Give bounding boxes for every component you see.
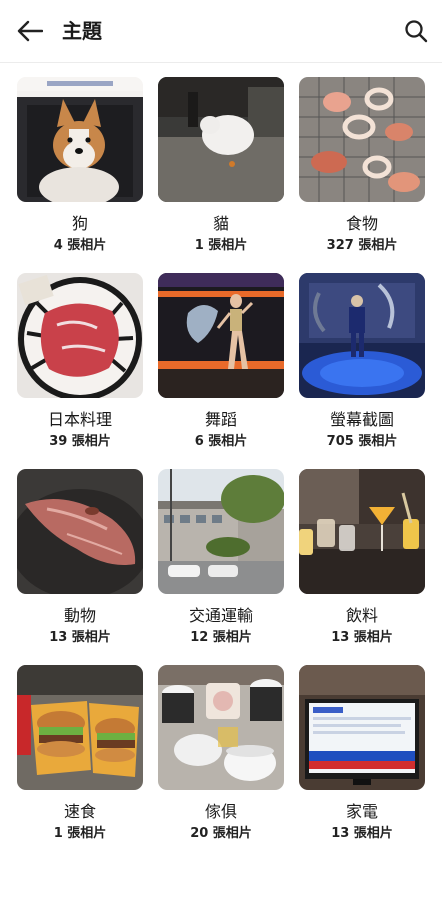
photo-count: 4 張相片 bbox=[53, 238, 107, 253]
category-thumbnail bbox=[158, 469, 284, 594]
category-tile-dog[interactable]: 狗 4 張相片 bbox=[17, 77, 143, 273]
category-name: 食物 bbox=[345, 214, 378, 233]
category-name: 螢幕截圖 bbox=[329, 410, 394, 429]
category-name: 狗 bbox=[71, 214, 88, 233]
category-tile-dance[interactable]: 舞蹈 6 張相片 bbox=[158, 273, 284, 469]
search-button[interactable] bbox=[400, 15, 432, 47]
category-thumbnail bbox=[299, 469, 425, 594]
category-thumbnail bbox=[17, 665, 143, 790]
category-tile-japanese-food[interactable]: 日本料理 39 張相片 bbox=[17, 273, 143, 469]
photo-count: 327 張相片 bbox=[326, 238, 398, 253]
category-name: 飲料 bbox=[345, 606, 378, 625]
photo-count: 705 張相片 bbox=[326, 434, 398, 449]
photo-count: 6 張相片 bbox=[194, 434, 248, 449]
category-tile-home-appliance[interactable]: 家電 13 張相片 bbox=[299, 665, 425, 861]
photo-count: 13 張相片 bbox=[49, 630, 111, 645]
photo-count: 13 張相片 bbox=[331, 826, 393, 841]
photo-count: 39 張相片 bbox=[49, 434, 111, 449]
photo-count: 1 張相片 bbox=[194, 238, 248, 253]
category-thumbnail bbox=[299, 77, 425, 202]
category-thumbnail bbox=[158, 665, 284, 790]
photo-count: 1 張相片 bbox=[53, 826, 107, 841]
arrow-left-icon bbox=[17, 20, 43, 42]
category-thumbnail bbox=[299, 273, 425, 398]
category-tile-fast-food[interactable]: 速食 1 張相片 bbox=[17, 665, 143, 861]
back-button[interactable] bbox=[14, 15, 46, 47]
category-thumbnail bbox=[17, 77, 143, 202]
category-thumbnail bbox=[158, 77, 284, 202]
category-name: 家電 bbox=[345, 802, 378, 821]
category-name: 日本料理 bbox=[47, 410, 112, 429]
category-thumbnail bbox=[158, 273, 284, 398]
photo-count: 12 張相片 bbox=[190, 630, 252, 645]
category-tile-screenshot[interactable]: 螢幕截圖 705 張相片 bbox=[299, 273, 425, 469]
category-name: 速食 bbox=[63, 802, 96, 821]
page-title: 主題 bbox=[62, 19, 102, 43]
photo-count: 13 張相片 bbox=[331, 630, 393, 645]
category-thumbnail bbox=[17, 469, 143, 594]
category-name: 舞蹈 bbox=[204, 410, 237, 429]
category-name: 動物 bbox=[63, 606, 96, 625]
category-tile-food[interactable]: 食物 327 張相片 bbox=[299, 77, 425, 273]
category-name: 傢俱 bbox=[204, 802, 237, 821]
category-tile-drinks[interactable]: 飲料 13 張相片 bbox=[299, 469, 425, 665]
top-app-bar: 主題 bbox=[0, 0, 442, 63]
search-icon bbox=[405, 20, 428, 43]
category-tile-transportation[interactable]: 交通運輸 12 張相片 bbox=[158, 469, 284, 665]
category-grid: 狗 4 張相片 貓 1 張相片 食物 327 張相片 日本料理 39 張相片 舞… bbox=[17, 77, 427, 861]
photo-count: 20 張相片 bbox=[190, 826, 252, 841]
category-name: 交通運輸 bbox=[188, 606, 253, 625]
category-thumbnail bbox=[17, 273, 143, 398]
category-tile-animal[interactable]: 動物 13 張相片 bbox=[17, 469, 143, 665]
category-name: 貓 bbox=[212, 214, 229, 233]
category-thumbnail bbox=[299, 665, 425, 790]
category-tile-cat[interactable]: 貓 1 張相片 bbox=[158, 77, 284, 273]
category-tile-furniture[interactable]: 傢俱 20 張相片 bbox=[158, 665, 284, 861]
